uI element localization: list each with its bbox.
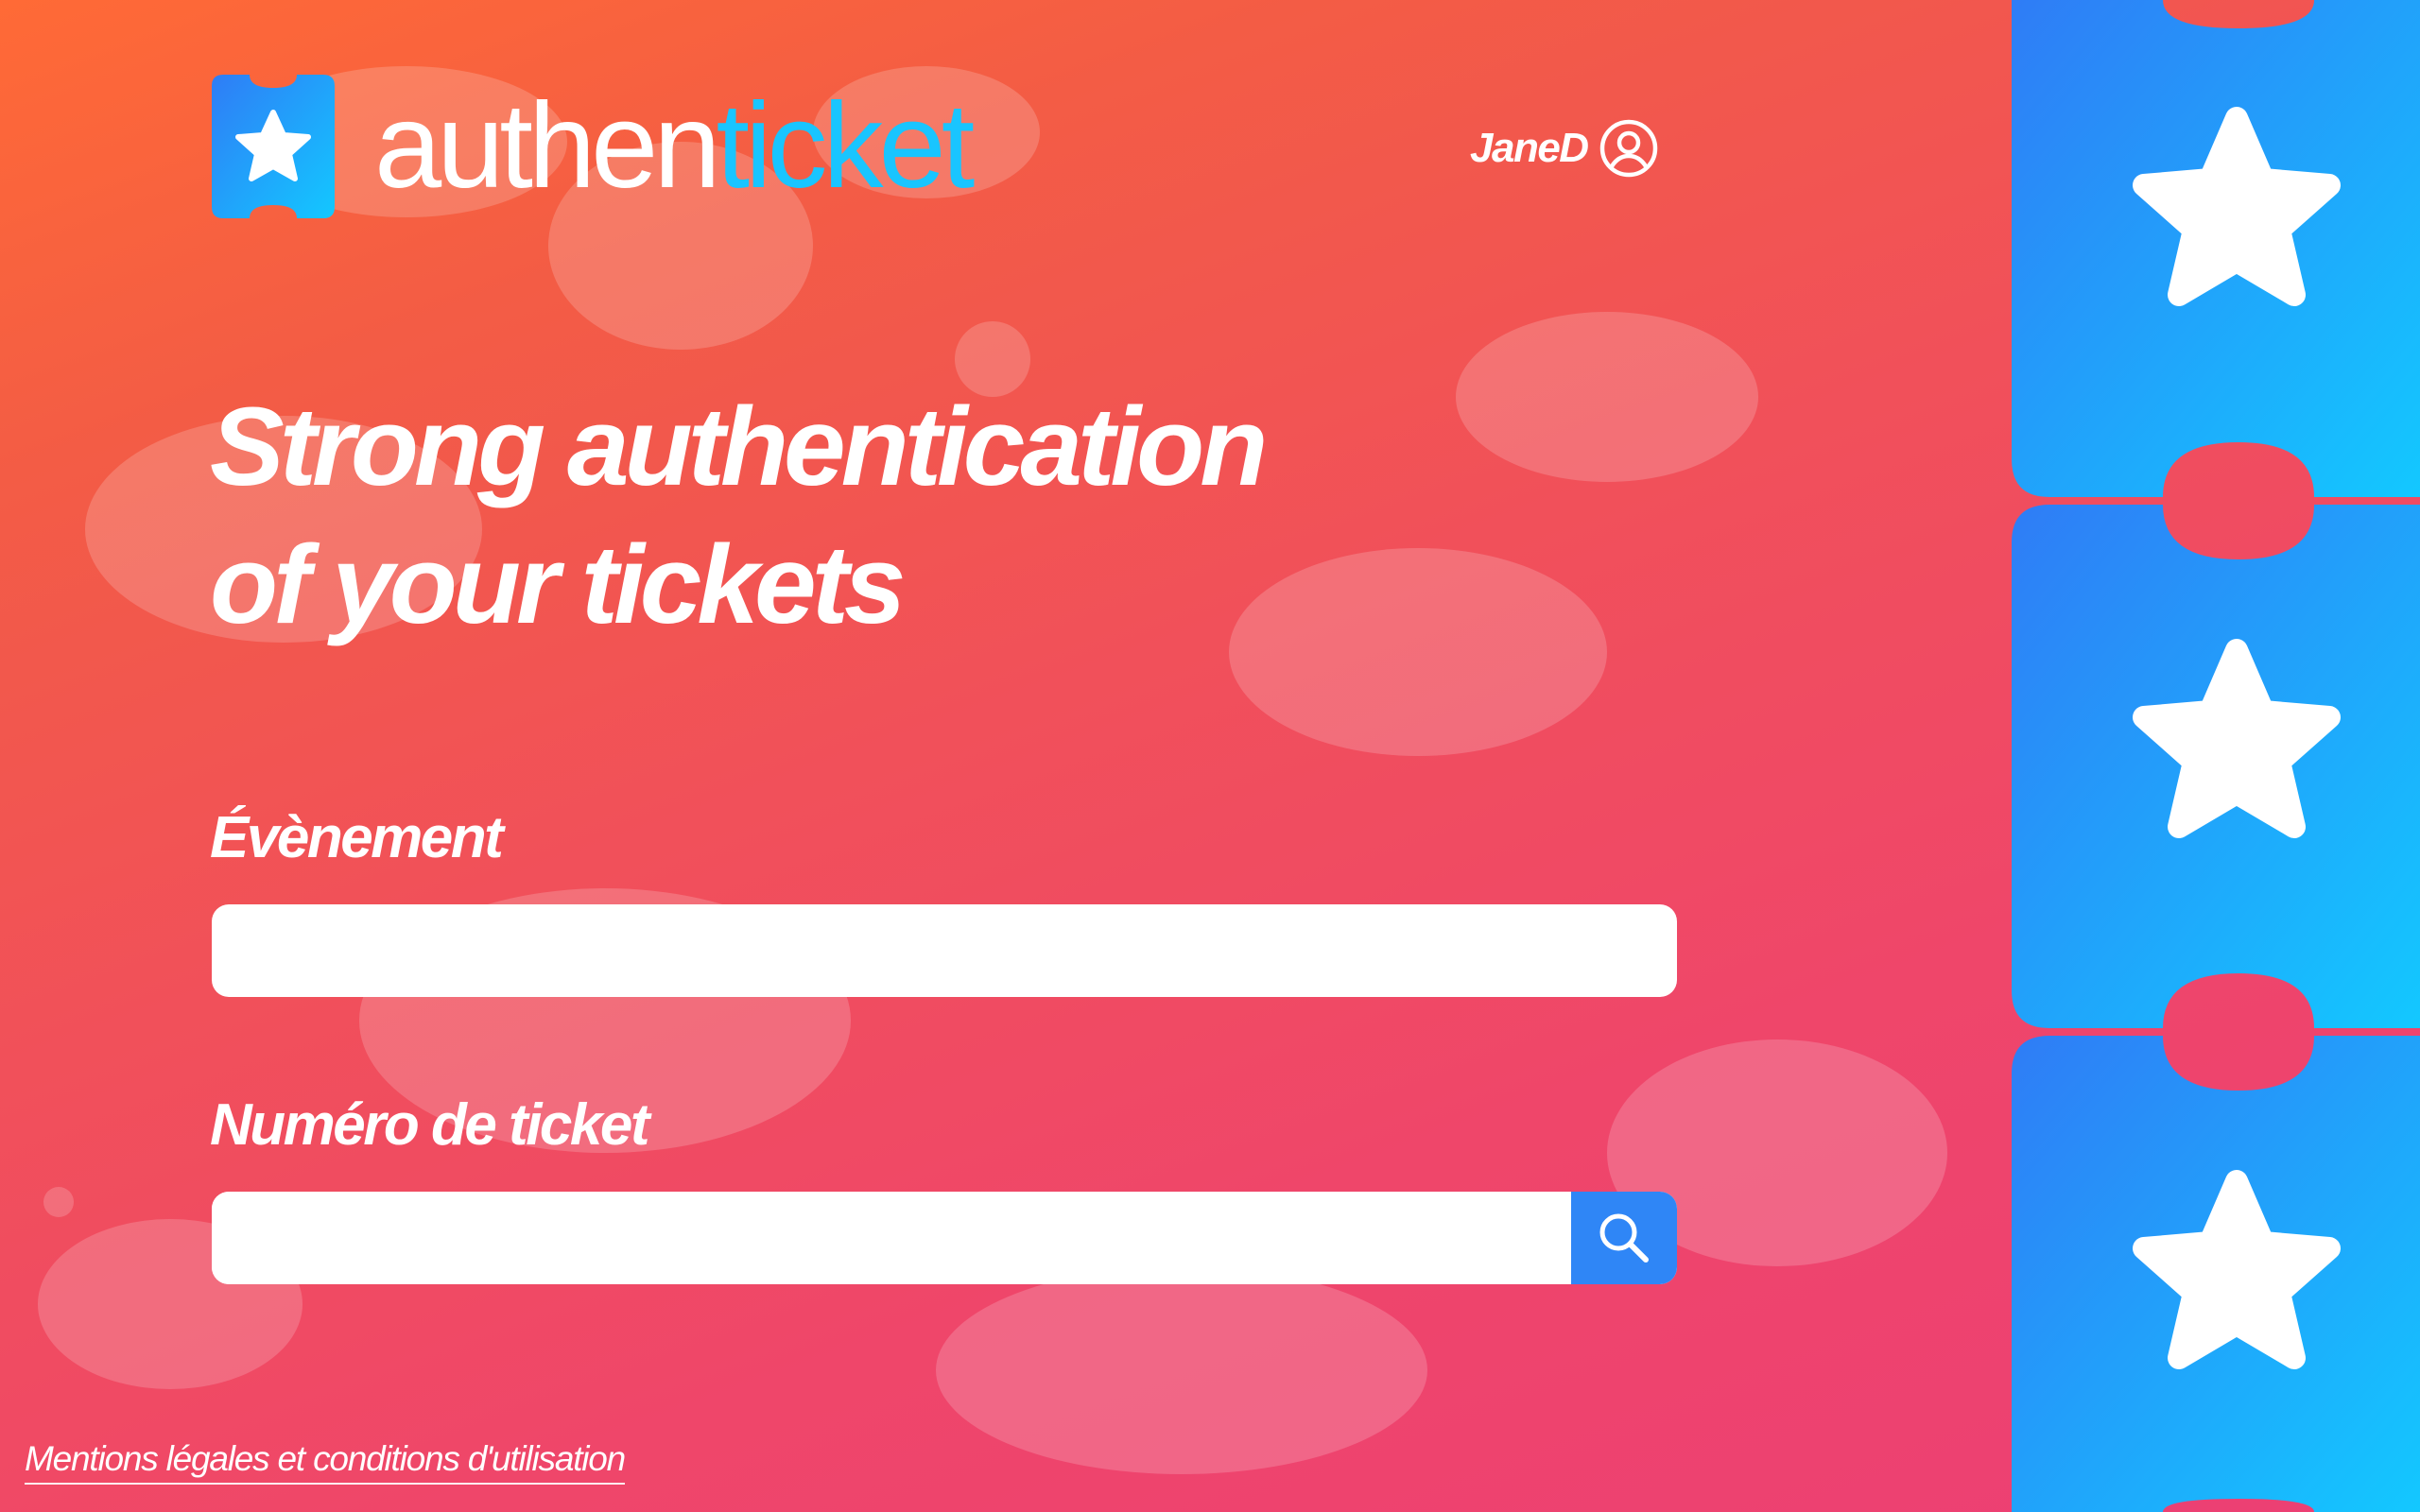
ticket-search-group [212,1192,1677,1284]
brand-name-part2: ticket [716,78,976,214]
ticket-number-input[interactable] [212,1192,1571,1284]
ticket-strip-decoration [2012,0,2420,1512]
brand-name-part1: authen [374,78,720,214]
user-menu[interactable]: JaneD [1470,115,1658,181]
page-title-line1: Strong authentication [210,385,1268,509]
page-title-line2: of your tickets [210,523,907,647]
search-button[interactable] [1571,1192,1677,1284]
event-label: Évènement [210,805,504,870]
event-input[interactable] [212,904,1677,997]
legal-terms-link[interactable]: Mentions légales et conditions d'utilisa… [25,1439,626,1485]
background-crowd-illustration [38,66,1947,1474]
ticket-number-label: Numéro de ticket [210,1092,650,1158]
page-title: Strong authentication of your tickets [210,378,1439,654]
user-circle-icon [1599,119,1657,178]
search-icon [1599,1213,1649,1263]
ticket-star-icon [212,75,335,218]
brand-logo[interactable]: authenticket [212,75,975,218]
username: JaneD [1470,125,1589,171]
brand-name: authenticket [374,86,975,207]
